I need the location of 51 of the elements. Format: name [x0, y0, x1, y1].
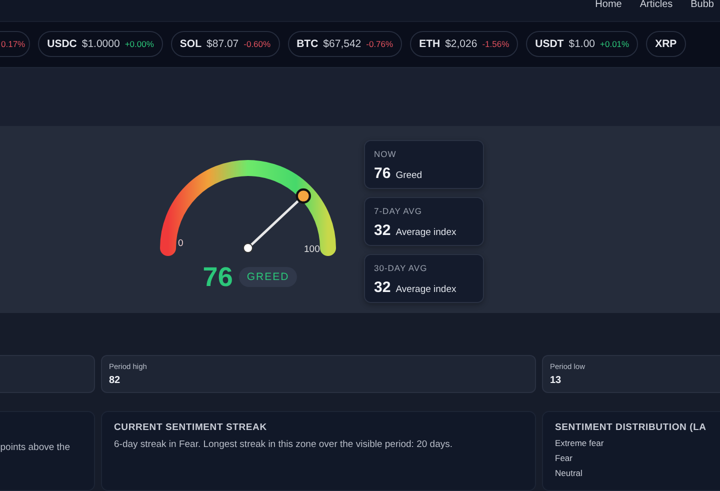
stat-value: 13 [550, 375, 562, 386]
ticker-price: $67,542 [323, 38, 362, 50]
ticker-pill[interactable]: BTC $67,542 -0.76% [288, 31, 402, 58]
card-caption: Average index [396, 284, 456, 295]
ticker-price: $87.07 [206, 38, 239, 50]
card-label: 30-DAY AVG [374, 262, 428, 273]
ticker-change: 0.17% [1, 39, 26, 50]
ticker-price: $2,026 [445, 38, 478, 50]
stat-value: 82 [109, 375, 122, 386]
ticker-change: -0.76% [366, 39, 394, 50]
gauge-min-label: 0 [178, 238, 184, 249]
card-caption: Average index [396, 226, 456, 238]
card-title: CURRENT SENTIMENT STREAK [114, 422, 268, 433]
card-value: 32 [374, 278, 391, 296]
card-value: 76 [374, 164, 391, 182]
gauge-value: 76 [202, 262, 233, 293]
card-value: 32 [374, 222, 391, 239]
ticker-pill[interactable]: 0.17% [0, 31, 30, 58]
ticker-change: -0.60% [244, 39, 271, 50]
nav-link[interactable]: Home [595, 0, 622, 10]
nav-link[interactable]: Articles [640, 0, 673, 10]
card-text: 6-day streak in Fear. Longest streak in this zone over the visible period: 20 days. [114, 439, 454, 450]
gauge-max-label: 100 [304, 244, 320, 255]
card-label: 7-DAY AVG [374, 206, 423, 216]
ticker-price: $1.00 [568, 38, 596, 50]
ticker-change: -1.56% [482, 39, 510, 50]
card-text: points above the [0, 442, 70, 455]
ticker-pill[interactable]: ETH $2,026 -1.56% [410, 31, 518, 58]
ticker-pill[interactable]: USDT $1.00 +0.01% [526, 31, 638, 58]
ticker-pill[interactable]: SOL $87.07 -0.60% [170, 31, 280, 58]
ticker-pill[interactable]: XRP [646, 31, 686, 58]
sentiment-badge: GREED [238, 267, 298, 288]
distribution-item: Extreme fear [555, 437, 605, 450]
gauge-marker [296, 188, 311, 204]
ticker-symbol: USDC [47, 38, 77, 50]
nav-link[interactable]: Bubb [690, 0, 714, 10]
ticker-symbol: BTC [296, 38, 318, 50]
card-caption: Greed [396, 170, 422, 181]
ticker-symbol: USDT [535, 38, 564, 50]
ticker-pill[interactable]: USDC $1.0000 +0.00% [38, 31, 163, 58]
card-label: NOW [374, 148, 398, 159]
ticker-symbol: XRP [655, 38, 677, 50]
distribution-item: Neutral [555, 467, 584, 480]
ticker-change: +0.01% [600, 39, 630, 50]
ticker-change: +0.00% [124, 39, 154, 50]
distribution-item: Fear [555, 452, 574, 465]
ticker-price: $1.0000 [82, 38, 120, 50]
ticker-symbol: SOL [180, 38, 202, 50]
card-title: SENTIMENT DISTRIBUTION (LA [555, 422, 708, 433]
ticker-symbol: ETH [419, 38, 440, 50]
needle-pivot [243, 242, 253, 253]
